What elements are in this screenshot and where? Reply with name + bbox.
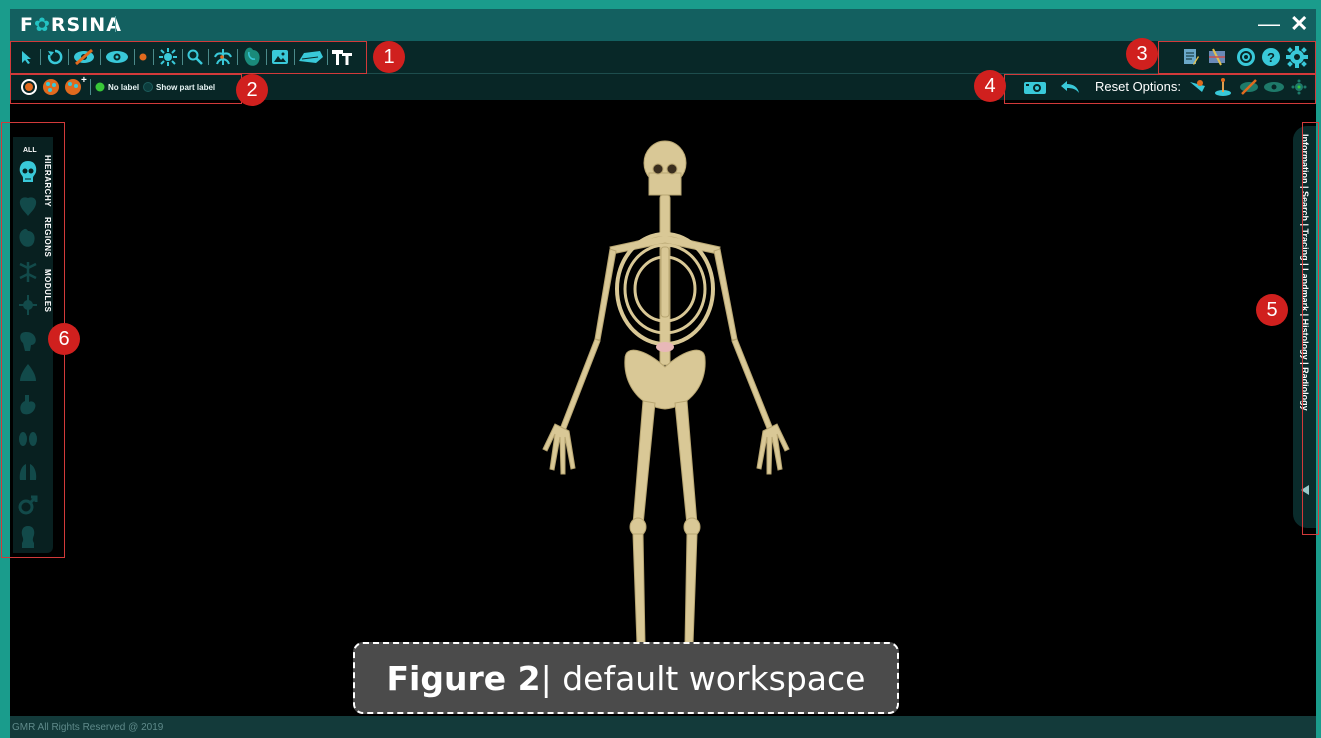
- title-bar: F✿RSINA — ✕: [10, 9, 1316, 41]
- copyright-text: GMR All Rights Reserved @ 2019: [12, 722, 164, 733]
- badge-1: 1: [373, 41, 405, 73]
- footer: GMR All Rights Reserved @ 2019: [10, 716, 1316, 738]
- app-logo: F✿RSINA: [20, 14, 122, 36]
- close-button[interactable]: ✕: [1290, 11, 1308, 37]
- app-window: F✿RSINA — ✕ ? + No label Show part label…: [10, 9, 1316, 738]
- skeleton-model[interactable]: [515, 139, 815, 659]
- logo-divider: [115, 16, 116, 32]
- annotation-box-4: [1004, 74, 1316, 104]
- annotation-box-1: [10, 41, 367, 74]
- badge-4: 4: [974, 70, 1006, 102]
- annotation-box-2: [10, 74, 242, 104]
- annotation-box-3: [1158, 41, 1316, 74]
- figure-caption: Figure 2 | default workspace: [353, 642, 899, 714]
- annotation-box-5: [1302, 122, 1319, 535]
- badge-6: 6: [48, 323, 80, 355]
- minimize-button[interactable]: —: [1258, 11, 1280, 37]
- badge-3: 3: [1126, 38, 1158, 70]
- badge-5: 5: [1256, 294, 1288, 326]
- badge-2: 2: [236, 74, 268, 106]
